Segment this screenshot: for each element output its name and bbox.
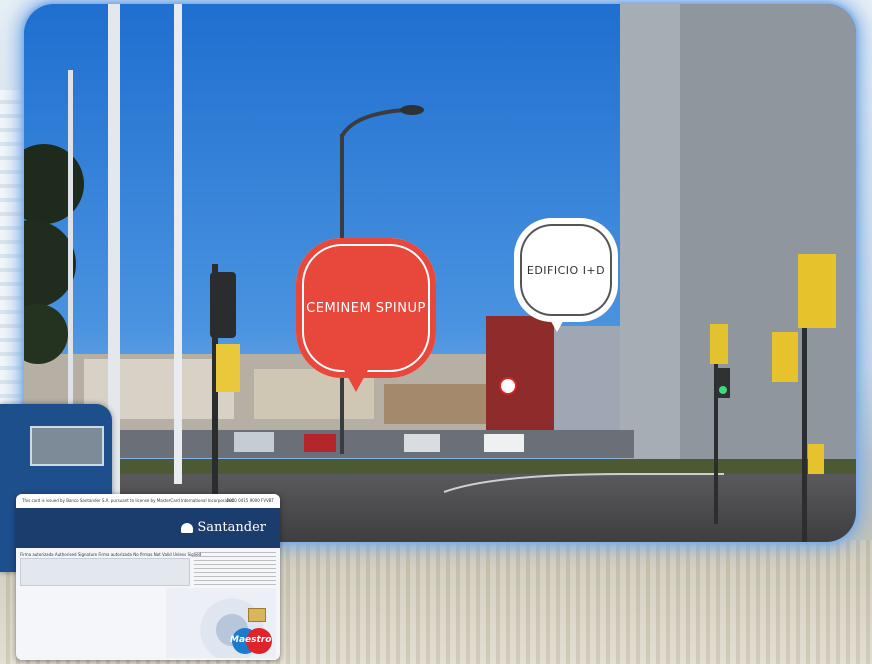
card-brand: Santander bbox=[181, 520, 266, 535]
card-signature-label: Firma autorizada Authorised Signature Fi… bbox=[20, 552, 202, 557]
santander-card: This card is issued by Banco Santander S… bbox=[16, 494, 280, 660]
ceminem-bubble-tail bbox=[344, 370, 368, 392]
maestro-label: Maestro bbox=[230, 635, 272, 645]
card-signature-strip bbox=[20, 558, 190, 586]
card-brand-label: Santander bbox=[197, 520, 266, 535]
ceminem-spinup-label: CEMINEM SPINUP bbox=[306, 300, 426, 316]
street-scene bbox=[24, 4, 856, 542]
chip-icon bbox=[248, 608, 266, 622]
ceminem-spinup-bubble: CEMINEM SPINUP bbox=[296, 238, 436, 378]
photo-thumbnail[interactable] bbox=[30, 426, 104, 466]
card-top-strip: This card is issued by Banco Santander S… bbox=[16, 494, 280, 508]
flame-icon bbox=[181, 522, 194, 533]
card-number: 2020 0415 9000 FVVBT bbox=[226, 498, 274, 503]
edificio-bubble-tail bbox=[548, 316, 566, 332]
card-fine-print bbox=[194, 552, 276, 592]
street-photo bbox=[24, 4, 856, 542]
card-magnetic-band: Santander bbox=[16, 508, 280, 548]
card-legal-text: This card is issued by Banco Santander S… bbox=[22, 498, 235, 503]
edificio-label: EDIFICIO I+D bbox=[526, 263, 606, 277]
maestro-logo: Maestro bbox=[226, 626, 278, 656]
edificio-bubble: EDIFICIO I+D bbox=[514, 218, 618, 322]
